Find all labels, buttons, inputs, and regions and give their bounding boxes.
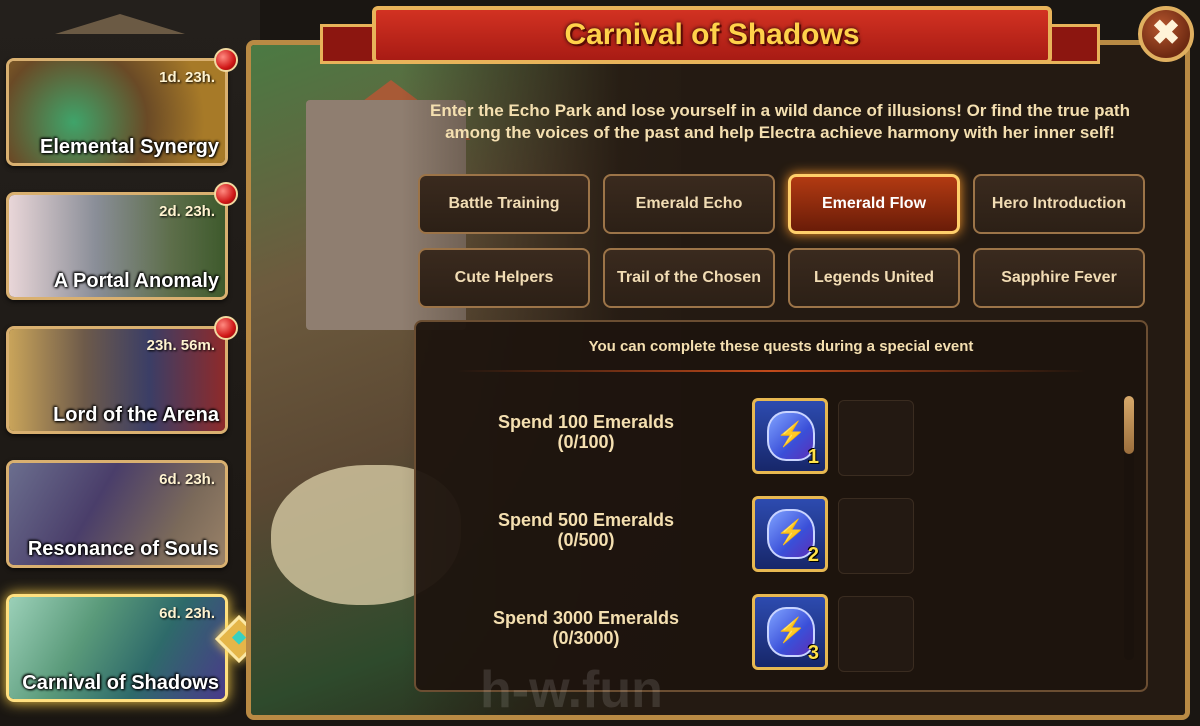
event-card-a-portal-anomaly[interactable]: 2d. 23h. A Portal Anomaly [6,192,228,300]
event-card-carnival-of-shadows[interactable]: 6d. 23h. Carnival of Shadows [6,594,228,702]
event-description: Enter the Echo Park and lose yourself in… [430,101,1130,142]
notification-dot [214,182,238,206]
ribbon-tail-left [320,24,380,64]
tab-cute-helpers[interactable]: Cute Helpers [418,248,590,308]
window-title: Carnival of Shadows [564,18,860,51]
event-name: Carnival of Shadows [22,672,219,694]
tab-legends-united[interactable]: Legends United [788,248,960,308]
divider [456,370,1086,372]
quest-text: Spend 100 Emeralds (0/100) [476,412,696,452]
tab-sapphire-fever[interactable]: Sapphire Fever [973,248,1145,308]
close-button[interactable]: ✖ [1138,6,1194,62]
quest-progress: (0/3000) [552,628,620,648]
quest-scrollbar[interactable] [1124,396,1134,660]
title-ribbon: Carnival of Shadows [372,6,1052,64]
event-name: Resonance of Souls [27,538,219,560]
reward-quantity: 1 [807,446,819,468]
quest-panel: You can complete these quests during a s… [414,320,1148,692]
quest-progress: (0/500) [557,530,615,550]
event-sidebar: 1d. 23h. Elemental Synergy 2d. 23h. A Po… [0,0,264,726]
event-timer: 6d. 23h. [159,471,215,488]
quest-title: Spend 100 Emeralds [497,412,675,432]
quest-title: Spend 500 Emeralds [497,510,675,530]
reward-item[interactable]: ⚡ 1 [752,398,828,474]
scrollbar-thumb[interactable] [1124,396,1134,454]
sidebar-scroll-up-arrow[interactable] [55,14,185,34]
event-name: Elemental Synergy [40,136,219,158]
empty-reward-slot [838,498,914,574]
tab-battle-training[interactable]: Battle Training [418,174,590,234]
tab-hero-introduction[interactable]: Hero Introduction [973,174,1145,234]
reward-item[interactable]: ⚡ 3 [752,594,828,670]
event-timer: 2d. 23h. [159,203,215,220]
empty-reward-slot [838,596,914,672]
tab-emerald-flow[interactable]: Emerald Flow [788,174,960,234]
notification-dot [214,316,238,340]
reward-quantity: 2 [807,544,819,566]
reward-item[interactable]: ⚡ 2 [752,496,828,572]
tab-emerald-echo[interactable]: Emerald Echo [603,174,775,234]
event-card-lord-of-the-arena[interactable]: 23h. 56m. Lord of the Arena [6,326,228,434]
quest-title: Spend 3000 Emeralds [492,608,680,628]
event-timer: 6d. 23h. [159,605,215,622]
event-card-resonance-of-souls[interactable]: 6d. 23h. Resonance of Souls [6,460,228,568]
quest-text: Spend 500 Emeralds (0/500) [476,510,696,550]
notification-dot [214,48,238,72]
quest-panel-header: You can complete these quests during a s… [588,338,974,355]
quest-text: Spend 3000 Emeralds (0/3000) [476,608,696,648]
empty-reward-slot [838,400,914,476]
event-name: A Portal Anomaly [53,270,219,292]
quest-row: Spend 100 Emeralds (0/100) ⚡ 1 [416,398,1116,478]
watermark: h-w.fun [480,661,663,719]
event-name: Lord of the Arena [53,404,219,426]
tab-trail-of-the-chosen[interactable]: Trail of the Chosen [603,248,775,308]
event-card-elemental-synergy[interactable]: 1d. 23h. Elemental Synergy [6,58,228,166]
event-timer: 23h. 56m. [146,337,215,354]
event-timer: 1d. 23h. [159,69,215,86]
quest-row: Spend 500 Emeralds (0/500) ⚡ 2 [416,496,1116,576]
quest-progress: (0/100) [557,432,615,452]
reward-quantity: 3 [807,642,819,664]
